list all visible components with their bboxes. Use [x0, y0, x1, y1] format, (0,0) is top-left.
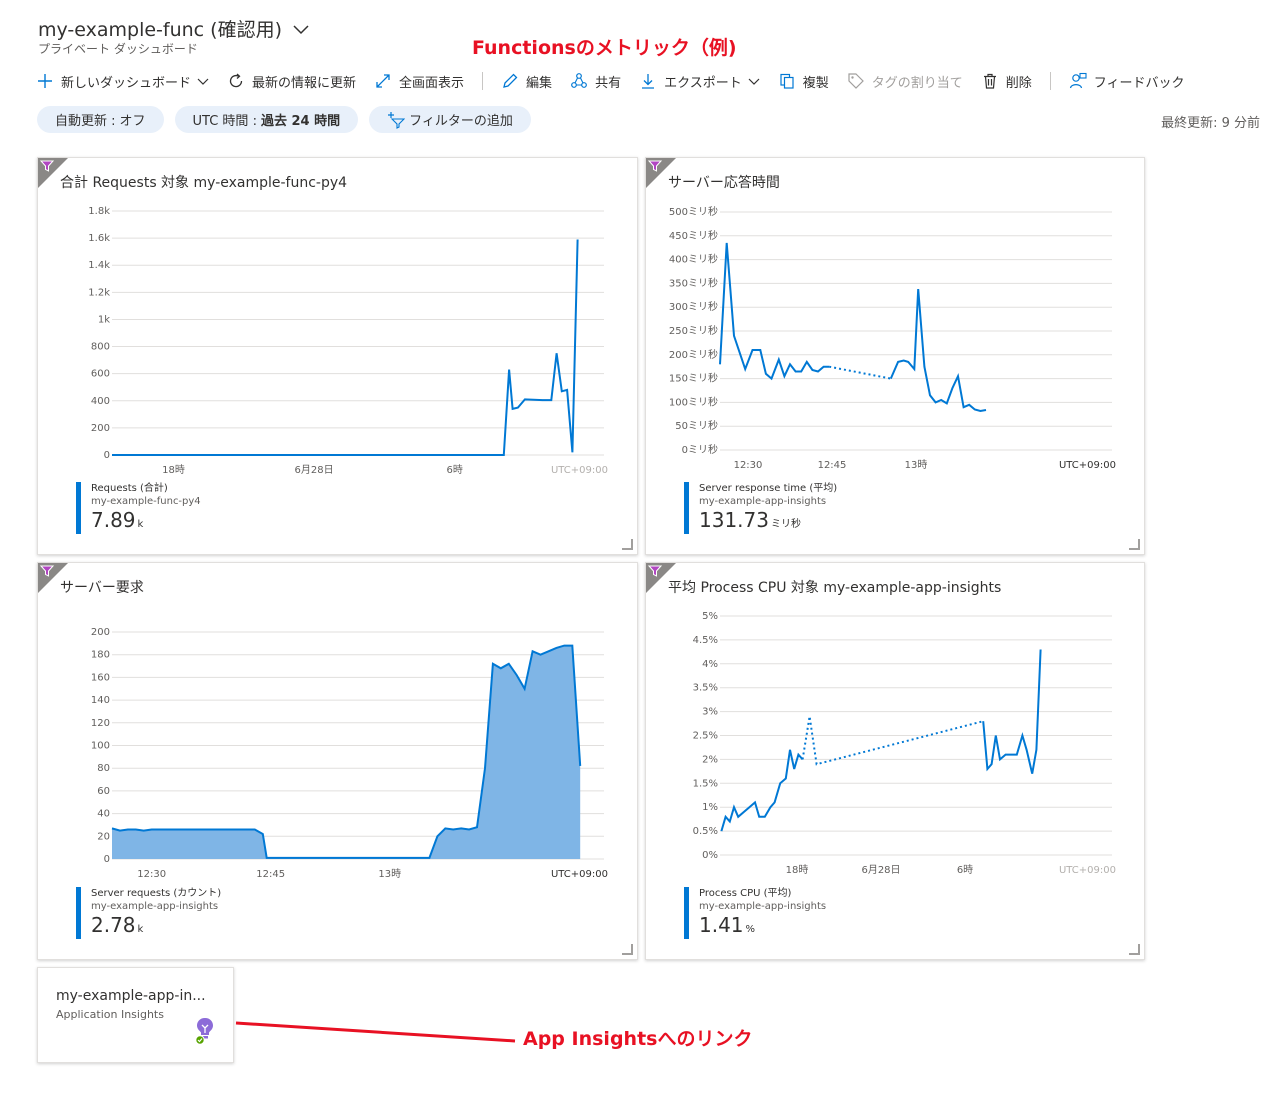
annotation-arrow-line: [235, 1021, 516, 1043]
annotation-app-insights-link: App Insightsへのリンク: [523, 1028, 753, 1050]
